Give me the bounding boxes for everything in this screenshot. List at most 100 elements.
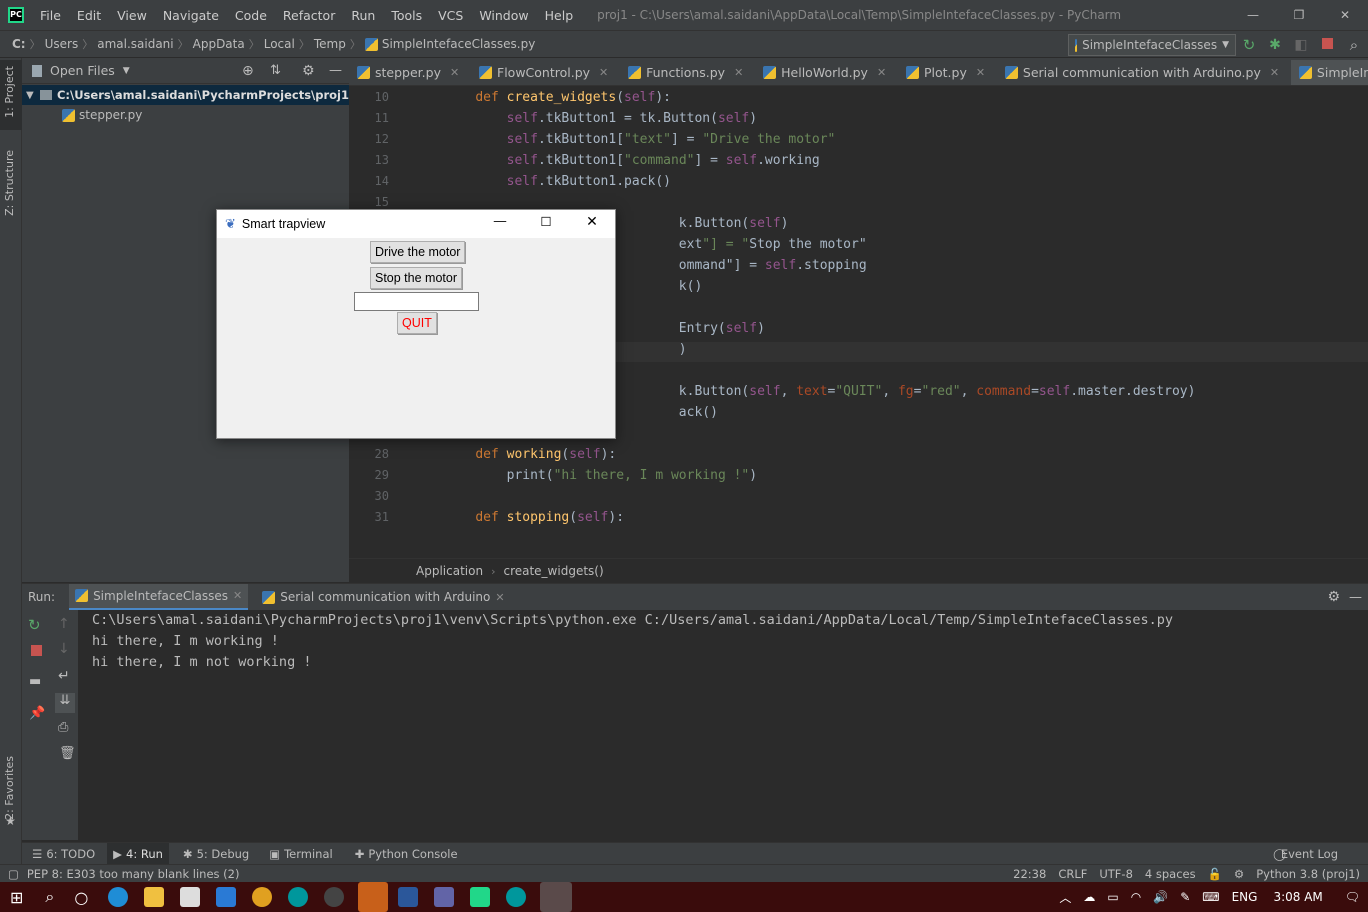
edge-icon[interactable] bbox=[108, 887, 129, 907]
menu-run[interactable]: Run bbox=[343, 8, 383, 23]
crumb-appdata[interactable]: AppData bbox=[189, 37, 249, 51]
tk-minimize-button[interactable]: — bbox=[485, 214, 515, 228]
crumb-file[interactable]: SimpleIntefaceClasses.py bbox=[378, 37, 540, 51]
chevron-down-icon[interactable]: ▼ bbox=[123, 66, 130, 76]
structure-tool-tab[interactable]: Z: Structure bbox=[3, 150, 16, 216]
python-taskbar-icon[interactable] bbox=[540, 882, 573, 912]
stop-icon[interactable] bbox=[31, 645, 42, 656]
tab-plot[interactable]: Plot.py ✕ bbox=[898, 58, 993, 85]
tab-stepper[interactable]: stepper.py ✕ bbox=[349, 58, 467, 85]
run-config-select[interactable]: SimpleIntefaceClasses ▼ bbox=[1068, 34, 1236, 56]
hide-icon[interactable]: — bbox=[329, 63, 342, 78]
close-tab-icon[interactable]: ✕ bbox=[976, 66, 985, 79]
tab-simpleinteface[interactable]: SimpleIntefaceClasses.py✕ bbox=[1290, 59, 1368, 85]
outlook-icon[interactable] bbox=[358, 882, 389, 912]
close-tab-icon[interactable]: ✕ bbox=[450, 66, 459, 79]
crumb-temp[interactable]: Temp bbox=[310, 37, 350, 51]
line-separator[interactable]: CRLF bbox=[1058, 867, 1087, 881]
menu-file[interactable]: File bbox=[32, 8, 69, 23]
arduino-icon[interactable] bbox=[288, 887, 309, 907]
run-console[interactable]: C:\Users\amal.saidani\PycharmProjects\pr… bbox=[78, 610, 1368, 840]
wifi-icon[interactable]: ◠ bbox=[1131, 890, 1141, 904]
close-tab-icon[interactable]: ✕ bbox=[233, 589, 242, 602]
status-window-icon[interactable]: ▢ bbox=[8, 867, 19, 881]
restore-button[interactable]: ❐ bbox=[1276, 0, 1322, 30]
file-item[interactable]: stepper.py bbox=[22, 105, 349, 125]
coverage-icon[interactable]: ◧ bbox=[1288, 37, 1314, 53]
menu-refactor[interactable]: Refactor bbox=[275, 8, 343, 23]
minimize-button[interactable]: — bbox=[1230, 0, 1276, 30]
close-tab-icon[interactable]: ✕ bbox=[877, 66, 886, 79]
bc-method[interactable]: create_widgets() bbox=[503, 564, 603, 578]
tab-functions[interactable]: Functions.py ✕ bbox=[620, 58, 751, 85]
expand-arrow-icon[interactable]: ▼ bbox=[26, 90, 34, 101]
layout-icon[interactable]: ▬ bbox=[29, 674, 41, 689]
tab-terminal[interactable]: Terminal bbox=[284, 847, 333, 861]
task-view-icon[interactable]: ○ bbox=[74, 888, 88, 907]
stop-motor-button[interactable]: Stop the motor bbox=[370, 267, 462, 289]
language-indicator[interactable]: ENG bbox=[1232, 890, 1258, 904]
menu-vcs[interactable]: VCS bbox=[430, 8, 471, 23]
pin-icon[interactable]: 📌 bbox=[29, 706, 45, 721]
project-root-row[interactable]: ▼ C:\Users\amal.saidani\PycharmProjects\… bbox=[22, 85, 349, 105]
scroll-end-icon[interactable]: ⇊ bbox=[55, 693, 75, 713]
onedrive-icon[interactable]: ☁ bbox=[1083, 890, 1095, 904]
store-icon[interactable] bbox=[180, 887, 201, 907]
up-arrow-icon[interactable]: ↑ bbox=[58, 616, 70, 632]
trash-icon[interactable]: 🗑 bbox=[59, 746, 76, 761]
search-icon[interactable]: ⌕ bbox=[1340, 36, 1368, 54]
tab-helloworld[interactable]: HelloWorld.py ✕ bbox=[755, 58, 894, 85]
locate-icon[interactable]: ⊕ bbox=[242, 63, 254, 79]
gear-icon[interactable]: ⚙ bbox=[302, 63, 315, 79]
indent-setting[interactable]: 4 spaces bbox=[1145, 867, 1196, 881]
file-encoding[interactable]: UTF-8 bbox=[1099, 867, 1133, 881]
run-tab-serial[interactable]: Serial communication with Arduino ✕ bbox=[256, 584, 510, 611]
mail-icon[interactable] bbox=[216, 887, 237, 907]
print-icon[interactable]: ⎙ bbox=[58, 720, 68, 735]
battery-icon[interactable]: ▭ bbox=[1107, 890, 1118, 904]
drive-motor-button[interactable]: Drive the motor bbox=[370, 241, 466, 263]
quit-button[interactable]: QUIT bbox=[397, 312, 437, 334]
bc-class[interactable]: Application bbox=[416, 564, 483, 578]
tk-close-button[interactable]: ✕ bbox=[577, 213, 607, 230]
clock[interactable]: 3:08 AM bbox=[1273, 890, 1322, 904]
menu-edit[interactable]: Edit bbox=[69, 8, 109, 23]
close-tab-icon[interactable]: ✕ bbox=[495, 591, 504, 604]
debug-bug-icon[interactable]: ✱ bbox=[1262, 37, 1288, 53]
hide-icon[interactable]: — bbox=[1349, 590, 1362, 605]
tk-maximize-button[interactable]: ☐ bbox=[531, 214, 561, 229]
tab-serial[interactable]: Serial communication with Arduino.py ✕ bbox=[997, 58, 1287, 85]
teams-icon[interactable] bbox=[434, 887, 455, 907]
close-tab-icon[interactable]: ✕ bbox=[599, 66, 608, 79]
crumb-users[interactable]: Users bbox=[41, 37, 83, 51]
menu-help[interactable]: Help bbox=[537, 8, 582, 23]
stop-icon[interactable] bbox=[1314, 38, 1340, 52]
down-arrow-icon[interactable]: ↓ bbox=[58, 641, 70, 657]
crumb-drive[interactable]: C: bbox=[8, 37, 30, 51]
project-view-select[interactable]: Open Files bbox=[50, 63, 115, 78]
chevron-up-icon[interactable]: ︿ bbox=[1059, 889, 1071, 906]
search-icon[interactable]: ⌕ bbox=[45, 887, 54, 907]
favorites-tool-tab[interactable]: 2: Favorites bbox=[3, 756, 16, 820]
tab-run[interactable]: 4: Run bbox=[126, 847, 163, 861]
windows-start-icon[interactable]: ⊞ bbox=[10, 888, 23, 907]
tab-debug[interactable]: 5: Debug bbox=[197, 847, 250, 861]
tab-python-console[interactable]: Python Console bbox=[368, 847, 457, 861]
tab-todo[interactable]: 6: TODO bbox=[46, 847, 95, 861]
notification-icon[interactable]: 🗨 bbox=[1345, 890, 1360, 904]
word-icon[interactable] bbox=[398, 887, 419, 907]
rerun-icon[interactable]: ↻ bbox=[1236, 36, 1262, 54]
soft-wrap-icon[interactable]: ↵ bbox=[58, 668, 70, 684]
tab-flowcontrol[interactable]: FlowControl.py ✕ bbox=[471, 58, 616, 85]
close-tab-icon[interactable]: ✕ bbox=[734, 66, 743, 79]
event-log-tab[interactable]: Event Log bbox=[1281, 847, 1338, 861]
caret-position[interactable]: 22:38 bbox=[1013, 867, 1046, 881]
lock-icon[interactable]: 🔓 bbox=[1208, 867, 1222, 881]
crumb-user[interactable]: amal.saidani bbox=[93, 37, 177, 51]
crumb-local[interactable]: Local bbox=[260, 37, 299, 51]
run-tab-simpleinteface[interactable]: SimpleIntefaceClasses ✕ bbox=[69, 583, 249, 611]
chrome-icon[interactable] bbox=[252, 887, 273, 907]
app-icon[interactable] bbox=[324, 887, 345, 907]
interpreter-setting[interactable]: Python 3.8 (proj1) bbox=[1256, 867, 1360, 881]
menu-code[interactable]: Code bbox=[227, 8, 275, 23]
